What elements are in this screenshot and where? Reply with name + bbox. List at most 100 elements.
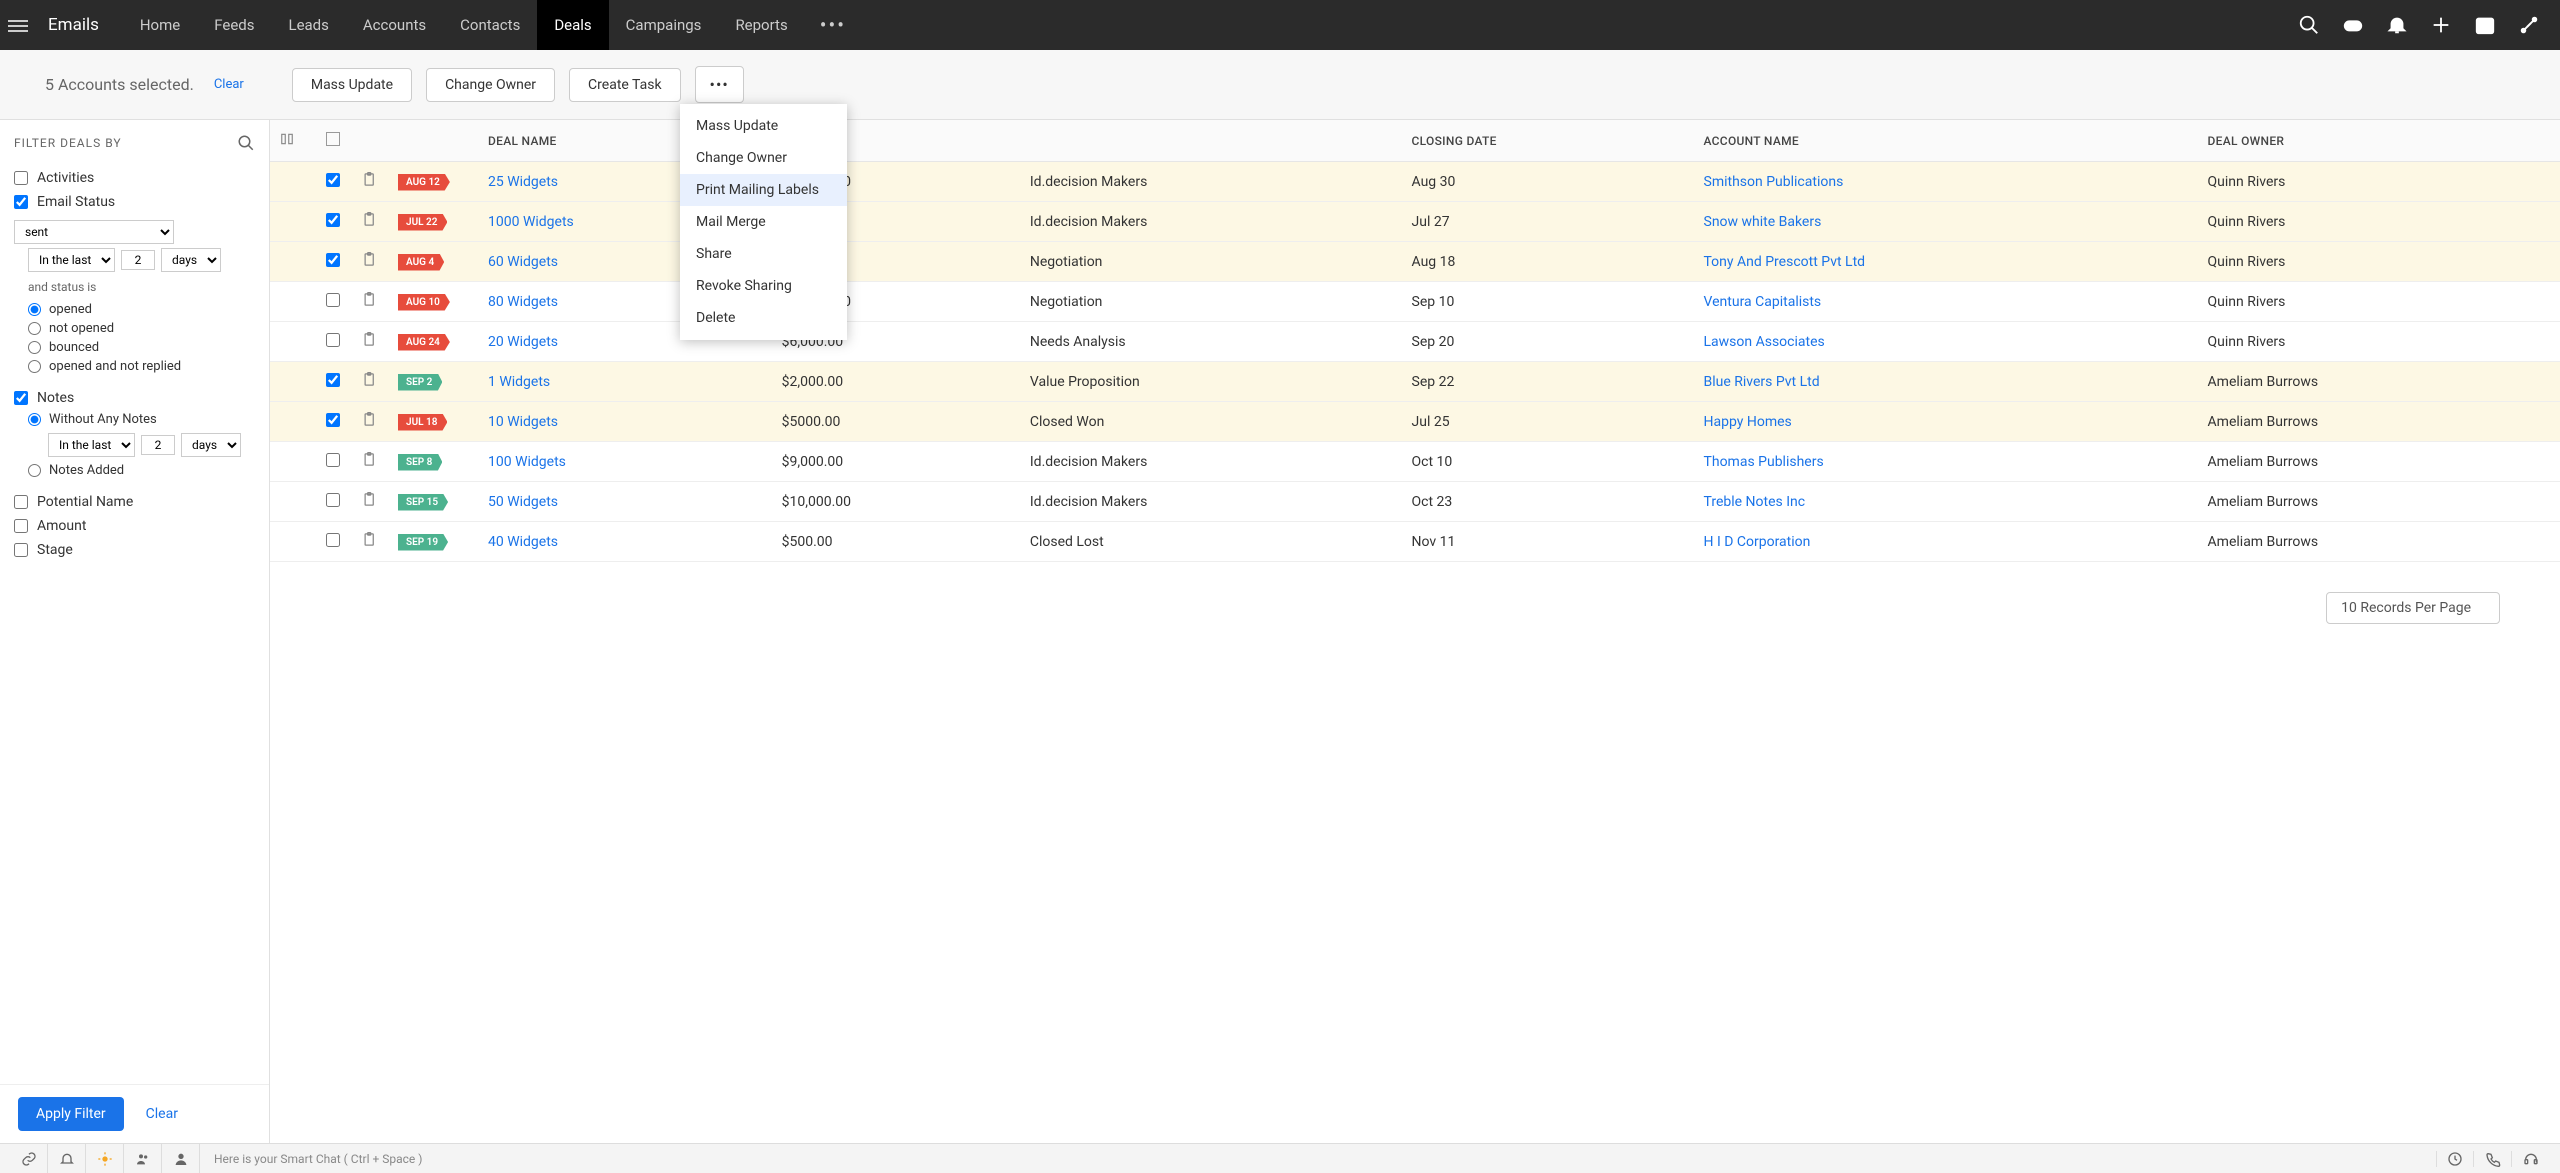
table-row[interactable]: JUL 22 1000 Widgets $4,000.00 Id.decisio… <box>270 202 2560 242</box>
change-owner-button[interactable]: Change Owner <box>426 68 555 102</box>
dropdown-item[interactable]: Revoke Sharing <box>680 270 847 302</box>
nav-tab-campaings[interactable]: Campaings <box>609 0 719 50</box>
row-checkbox[interactable] <box>326 373 340 387</box>
account-link[interactable]: Blue Rivers Pvt Ltd <box>1704 374 1820 390</box>
create-task-button[interactable]: Create Task <box>569 68 681 102</box>
amount-checkbox[interactable] <box>14 519 28 533</box>
in-last-number[interactable] <box>121 250 155 270</box>
status-radio[interactable]: not opened <box>28 319 255 338</box>
deal-name-link[interactable]: 60 Widgets <box>488 254 558 270</box>
table-row[interactable]: JUL 18 10 Widgets $5000.00 Closed Won Ju… <box>270 402 2560 442</box>
nav-tab-feeds[interactable]: Feeds <box>197 0 271 50</box>
account-link[interactable]: Smithson Publications <box>1704 174 1844 190</box>
deal-name-link[interactable]: 20 Widgets <box>488 334 558 350</box>
account-link[interactable]: Happy Homes <box>1704 414 1792 430</box>
clear-filter-link[interactable]: Clear <box>146 1106 178 1122</box>
edit-icon[interactable] <box>362 452 377 467</box>
plus-icon[interactable] <box>2430 14 2452 36</box>
bb-phone-icon[interactable] <box>2474 1151 2512 1167</box>
edit-icon[interactable] <box>362 412 377 427</box>
without-any-notes-radio[interactable]: Without Any Notes <box>28 410 255 429</box>
bb-sun-icon[interactable] <box>86 1144 124 1173</box>
notes-added-radio-input[interactable] <box>28 464 41 477</box>
stage-header[interactable] <box>1020 120 1402 162</box>
stage-checkbox[interactable] <box>14 543 28 557</box>
table-row[interactable]: AUG 10 80 Widgets $11,000.00 Negotiation… <box>270 282 2560 322</box>
filter-email-status[interactable]: Email Status <box>14 190 255 214</box>
filter-potential-name[interactable]: Potential Name <box>14 490 255 514</box>
dropdown-item[interactable]: Print Mailing Labels <box>680 174 847 206</box>
activities-checkbox[interactable] <box>14 171 28 185</box>
row-checkbox[interactable] <box>326 333 340 347</box>
records-per-page[interactable]: 10 Records Per Page <box>2326 592 2500 624</box>
nav-tab-contacts[interactable]: Contacts <box>443 0 537 50</box>
row-checkbox[interactable] <box>326 253 340 267</box>
filter-search-icon[interactable] <box>237 134 255 152</box>
account-link[interactable]: Thomas Publishers <box>1704 454 1824 470</box>
deal-name-link[interactable]: 80 Widgets <box>488 294 558 310</box>
bb-link-icon[interactable] <box>10 1144 48 1173</box>
table-row[interactable]: AUG 12 25 Widgets $10,000.00 Id.decision… <box>270 162 2560 202</box>
edit-icon[interactable] <box>362 292 377 307</box>
bb-bell-icon[interactable] <box>48 1144 86 1173</box>
edit-icon[interactable] <box>362 372 377 387</box>
account-link[interactable]: Snow white Bakers <box>1704 214 1822 230</box>
filter-activities[interactable]: Activities <box>14 166 255 190</box>
nav-more-icon[interactable]: ••• <box>805 13 861 37</box>
deal-name-link[interactable]: 10 Widgets <box>488 414 558 430</box>
bb-people-icon[interactable] <box>124 1144 162 1173</box>
gamepad-icon[interactable] <box>2342 14 2364 36</box>
email-status-checkbox[interactable] <box>14 195 28 209</box>
tools-icon[interactable] <box>2518 14 2540 36</box>
account-name-header[interactable]: ACCOUNT NAME <box>1694 120 2198 162</box>
account-link[interactable]: H I D Corporation <box>1704 534 1811 550</box>
hamburger-icon[interactable] <box>8 17 28 33</box>
table-row[interactable]: AUG 24 20 Widgets $6,000.00 Needs Analys… <box>270 322 2560 362</box>
row-checkbox[interactable] <box>326 453 340 467</box>
deal-owner-header[interactable]: DEAL OWNER <box>2198 120 2560 162</box>
status-radio-input[interactable] <box>28 360 41 373</box>
select-all-checkbox[interactable] <box>326 132 340 146</box>
row-checkbox[interactable] <box>326 293 340 307</box>
deal-name-link[interactable]: 50 Widgets <box>488 494 558 510</box>
bb-person-icon[interactable] <box>162 1144 200 1173</box>
edit-icon[interactable] <box>362 532 377 547</box>
in-last-select[interactable]: In the last <box>28 248 115 272</box>
account-link[interactable]: Lawson Associates <box>1704 334 1825 350</box>
dropdown-item[interactable]: Delete <box>680 302 847 334</box>
status-radio[interactable]: opened and not replied <box>28 357 255 376</box>
dropdown-item[interactable]: Share <box>680 238 847 270</box>
notes-added-radio[interactable]: Notes Added <box>28 461 255 480</box>
apply-filter-button[interactable]: Apply Filter <box>18 1097 124 1131</box>
account-link[interactable]: Tony And Prescott Pvt Ltd <box>1704 254 1866 270</box>
deal-name-link[interactable]: 1 Widgets <box>488 374 550 390</box>
notes-days-select[interactable]: days <box>181 433 241 457</box>
row-checkbox[interactable] <box>326 173 340 187</box>
dropdown-item[interactable]: Mass Update <box>680 110 847 142</box>
edit-icon[interactable] <box>362 172 377 187</box>
row-checkbox[interactable] <box>326 493 340 507</box>
table-row[interactable]: SEP 19 40 Widgets $500.00 Closed Lost No… <box>270 522 2560 562</box>
table-row[interactable]: AUG 4 60 Widgets $8,000.00 Negotiation A… <box>270 242 2560 282</box>
account-link[interactable]: Ventura Capitalists <box>1704 294 1822 310</box>
status-radio-input[interactable] <box>28 322 41 335</box>
more-actions-button[interactable]: ••• <box>695 66 744 103</box>
edit-icon[interactable] <box>362 212 377 227</box>
status-radio[interactable]: bounced <box>28 338 255 357</box>
status-radio-input[interactable] <box>28 303 41 316</box>
nav-tab-accounts[interactable]: Accounts <box>346 0 443 50</box>
clear-selection-link[interactable]: Clear <box>214 77 244 92</box>
nav-tab-reports[interactable]: Reports <box>718 0 804 50</box>
notes-number[interactable] <box>141 435 175 455</box>
account-link[interactable]: Treble Notes Inc <box>1704 494 1806 510</box>
columns-icon[interactable] <box>280 132 294 146</box>
bb-headset-icon[interactable] <box>2512 1151 2550 1167</box>
mass-update-button[interactable]: Mass Update <box>292 68 412 102</box>
table-row[interactable]: SEP 2 1 Widgets $2,000.00 Value Proposit… <box>270 362 2560 402</box>
nav-tab-deals[interactable]: Deals <box>537 0 608 50</box>
nav-tab-leads[interactable]: Leads <box>271 0 345 50</box>
bb-clock-icon[interactable] <box>2436 1151 2474 1167</box>
notes-in-last-select[interactable]: In the last <box>48 433 135 457</box>
closing-date-header[interactable]: CLOSING DATE <box>1402 120 1694 162</box>
edit-icon[interactable] <box>362 252 377 267</box>
